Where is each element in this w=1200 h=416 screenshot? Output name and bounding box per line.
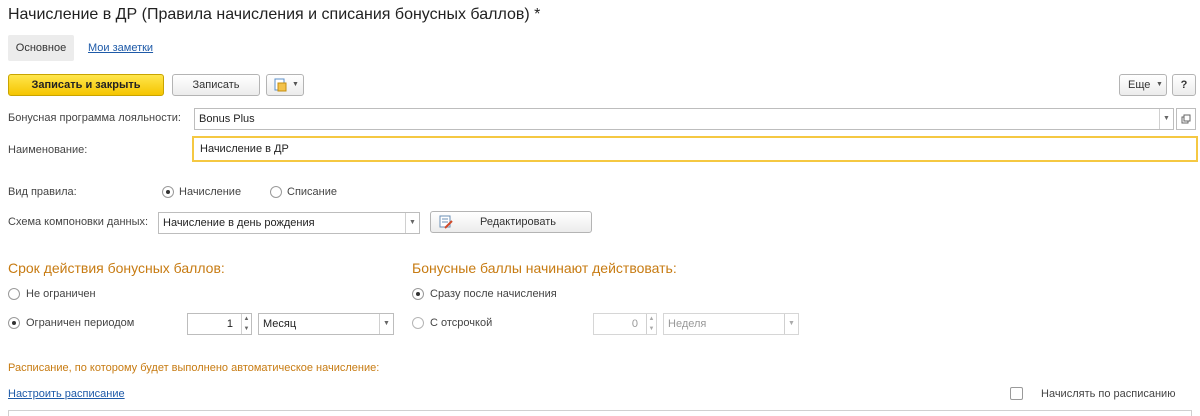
more-label: Еще	[1128, 79, 1151, 91]
rule-type-writeoff-radio[interactable]	[270, 186, 282, 198]
open-form-icon	[1181, 114, 1191, 124]
open-program-button[interactable]	[1176, 108, 1196, 130]
program-label: Бонусная программа лояльности:	[8, 112, 181, 124]
rule-type-accrual-radio[interactable]	[162, 186, 174, 198]
setup-schedule-link[interactable]: Настроить расписание	[8, 388, 125, 400]
period-unit-value: Месяц	[263, 318, 297, 330]
period-count-value: 1	[226, 318, 233, 330]
period-unit-field[interactable]: Месяц ▼	[258, 313, 394, 335]
save-button[interactable]: Записать	[172, 74, 260, 96]
start-immediately-label: Сразу после начисления	[430, 288, 557, 300]
tab-main[interactable]: Основное	[8, 35, 74, 61]
schema-label: Схема компоновки данных:	[8, 216, 149, 228]
period-count-input[interactable]: 1 ▲ ▼	[187, 313, 252, 335]
schedule-note: Расписание, по которому будет выполнено …	[8, 362, 380, 374]
edit-schema-button[interactable]: Редактировать	[430, 211, 592, 233]
delay-count-input[interactable]: 0 ▲ ▼	[593, 313, 657, 335]
name-field[interactable]: Начисление в ДР	[192, 136, 1198, 162]
delay-unit-value: Неделя	[668, 318, 707, 330]
validity-limited-radio[interactable]	[8, 317, 20, 329]
help-button[interactable]: ?	[1172, 74, 1196, 96]
start-delayed-label: С отсрочкой	[430, 317, 493, 329]
validity-unlimited-radio[interactable]	[8, 288, 20, 300]
program-field[interactable]: Bonus Plus ▼	[194, 108, 1174, 130]
chevron-down-icon[interactable]: ▼	[784, 314, 798, 334]
validity-unlimited-label: Не ограничен	[26, 288, 96, 300]
rule-type-label: Вид правила:	[8, 186, 77, 198]
edit-schema-icon	[439, 215, 453, 229]
schedule-panel	[8, 410, 1192, 416]
stepper-icon[interactable]: ▲ ▼	[646, 314, 656, 334]
edit-schema-label: Редактировать	[480, 216, 556, 228]
chevron-down-icon[interactable]: ▼	[405, 213, 419, 233]
document-menu-icon	[274, 78, 287, 92]
start-immediately-radio[interactable]	[412, 288, 424, 300]
chevron-down-icon: ▼	[1156, 81, 1163, 88]
validity-limited-label: Ограничен периодом	[26, 317, 135, 329]
start-title: Бонусные баллы начинают действовать:	[412, 260, 677, 276]
start-delayed-radio[interactable]	[412, 317, 424, 329]
tab-notes[interactable]: Мои заметки	[88, 42, 153, 54]
stepper-icon[interactable]: ▲ ▼	[241, 314, 251, 334]
by-schedule-checkbox[interactable]	[1010, 387, 1023, 400]
program-value: Bonus Plus	[199, 113, 255, 125]
page-title: Начисление в ДР (Правила начисления и сп…	[8, 6, 541, 23]
more-button[interactable]: Еще ▼	[1119, 74, 1167, 96]
chevron-down-icon[interactable]: ▼	[379, 314, 393, 334]
document-menu-button[interactable]: ▼	[266, 74, 304, 96]
chevron-down-icon: ▼	[292, 81, 299, 88]
schema-field[interactable]: Начисление в день рождения ▼	[158, 212, 420, 234]
delay-unit-field[interactable]: Неделя ▼	[663, 313, 799, 335]
validity-title: Срок действия бонусных баллов:	[8, 260, 225, 276]
name-label: Наименование:	[8, 144, 88, 156]
chevron-down-icon[interactable]: ▼	[1159, 109, 1173, 129]
delay-count-value: 0	[631, 318, 638, 330]
rule-type-writeoff-label: Списание	[287, 186, 337, 198]
save-and-close-button[interactable]: Записать и закрыть	[8, 74, 164, 96]
rule-type-accrual-label: Начисление	[179, 186, 242, 198]
schema-value: Начисление в день рождения	[163, 217, 315, 229]
by-schedule-label: Начислять по расписанию	[1041, 388, 1176, 400]
